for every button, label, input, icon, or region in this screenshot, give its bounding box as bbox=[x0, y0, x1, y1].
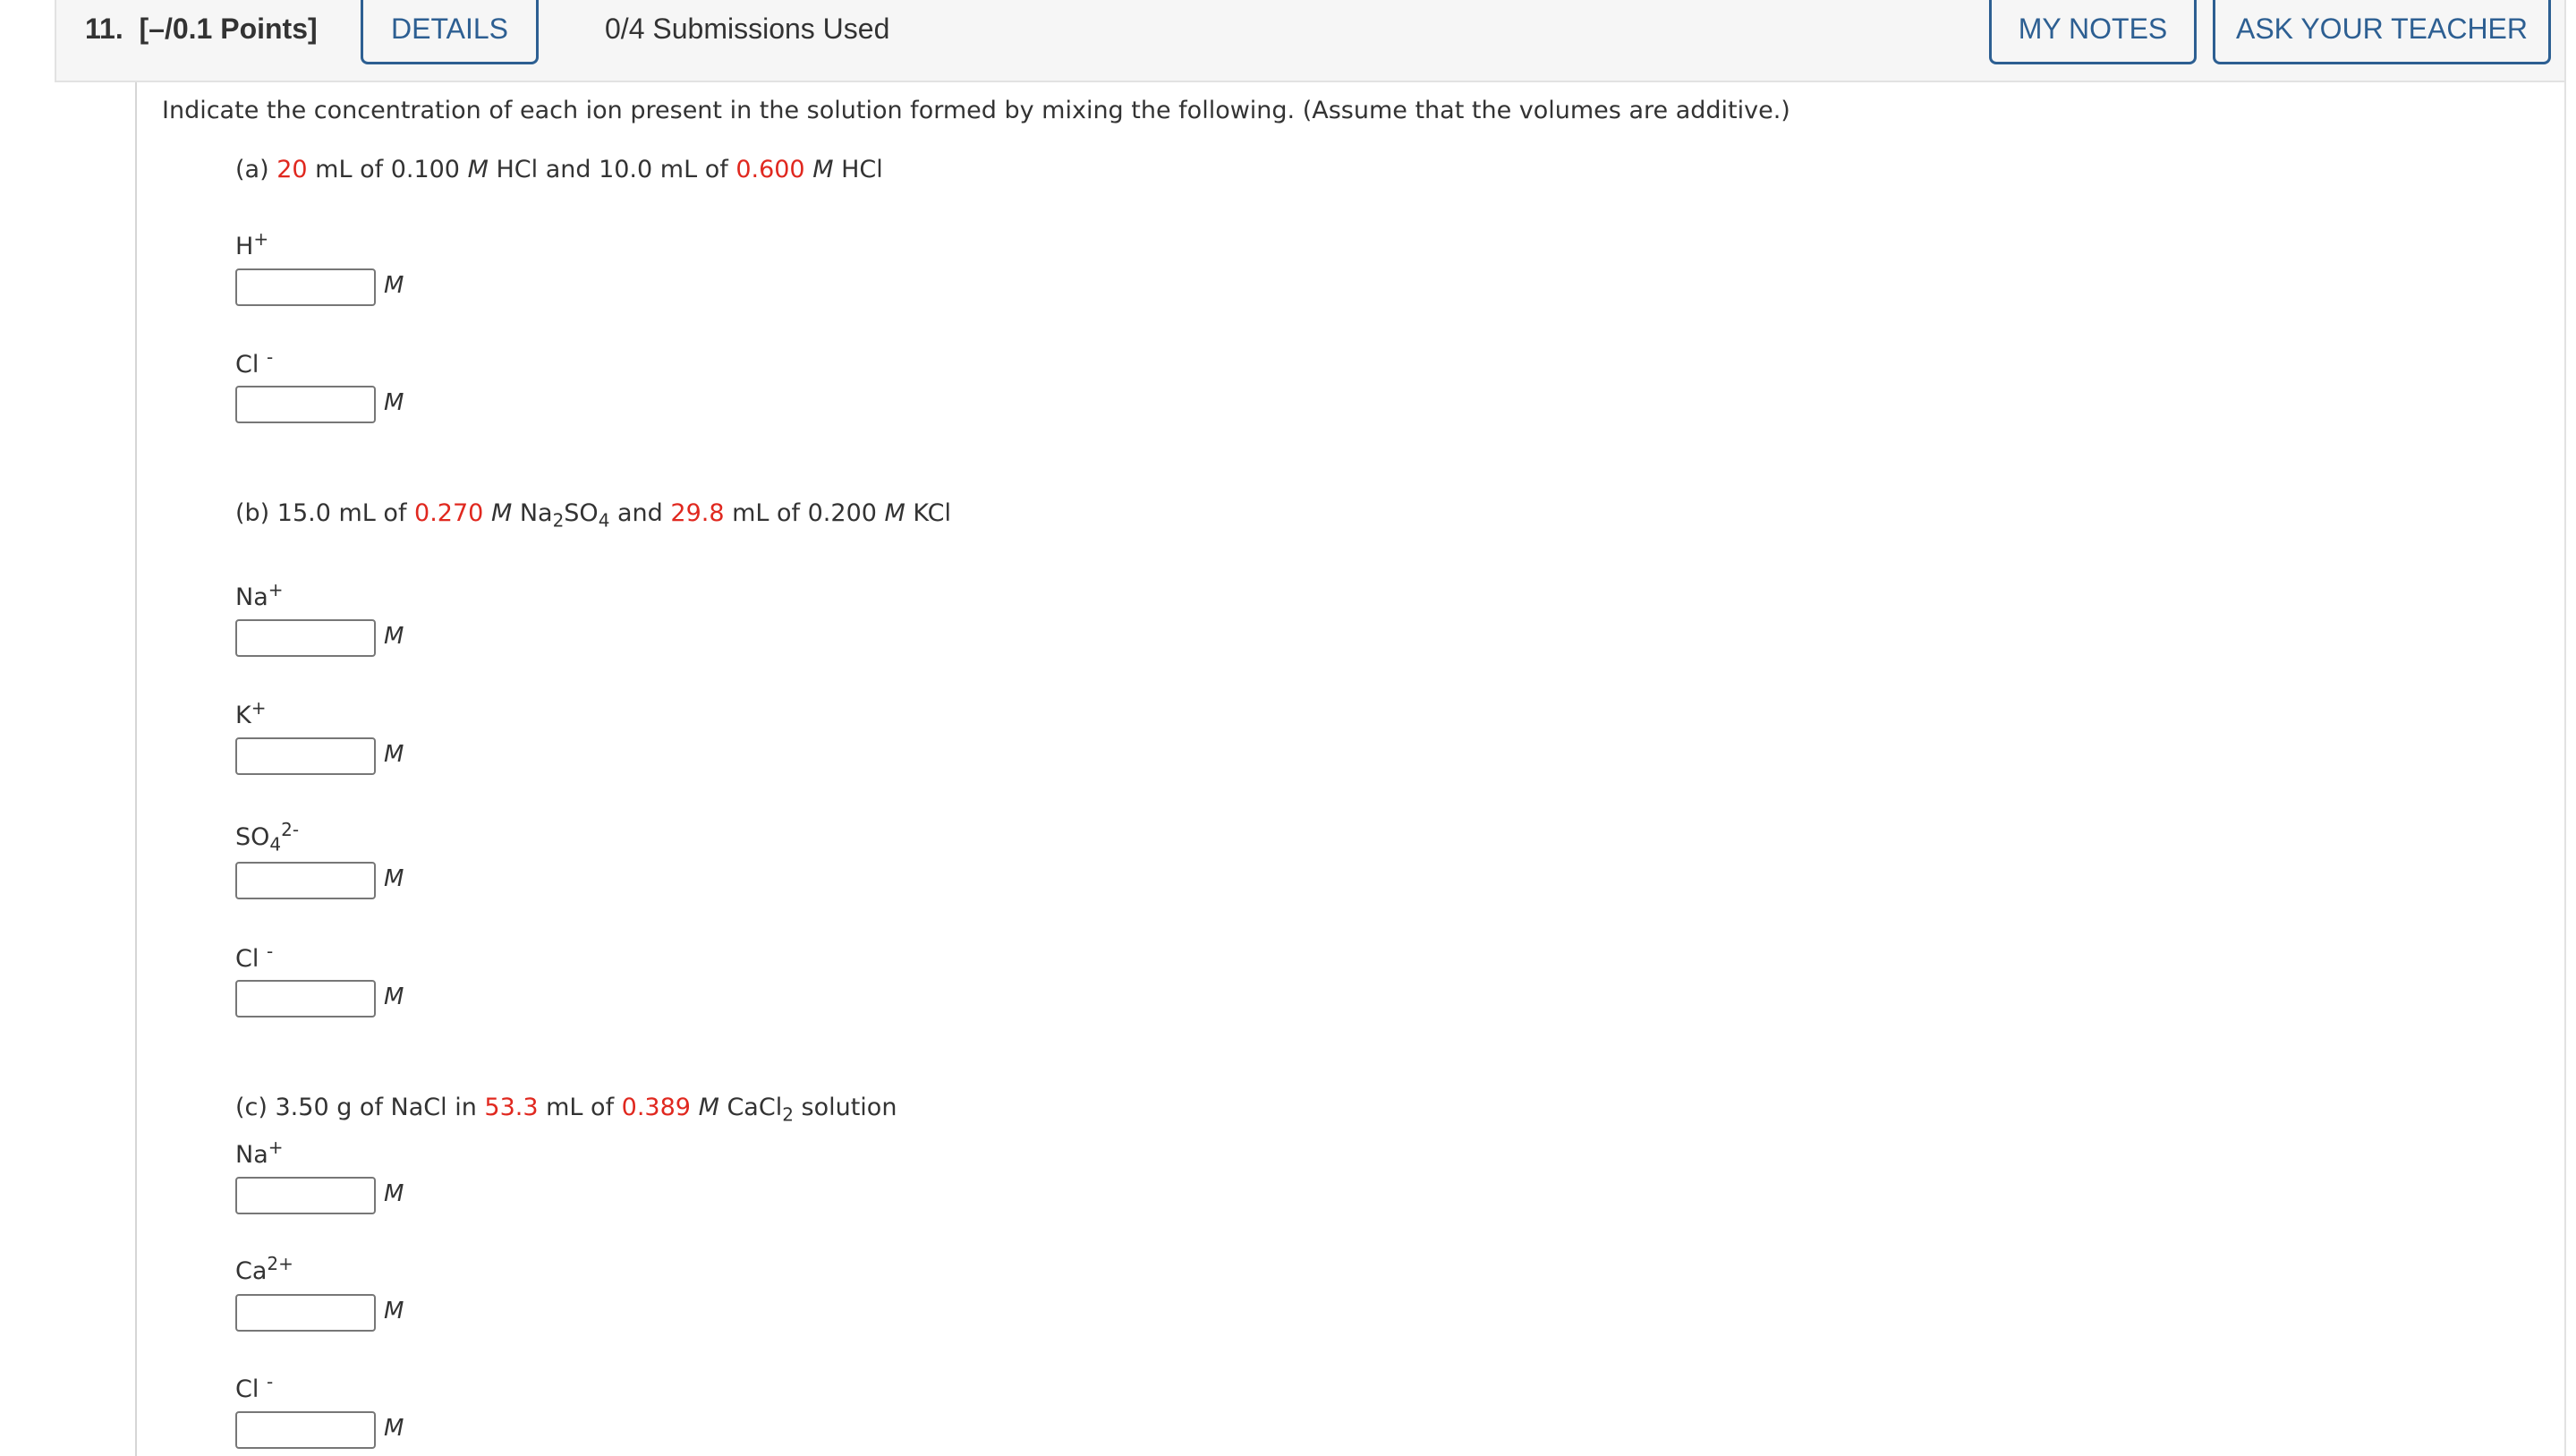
question-header: 11. [–/0.1 Points] DETAILS 0/4 Submissio… bbox=[55, 0, 2566, 82]
k-plus-concentration-input[interactable] bbox=[235, 737, 376, 775]
question-instruction: Indicate the concentration of each ion p… bbox=[162, 97, 1790, 124]
cl-minus-concentration-input-a[interactable] bbox=[235, 386, 376, 423]
ion-label-k-plus: K+ bbox=[235, 697, 267, 729]
unit-label: M bbox=[384, 983, 404, 1010]
ion-label-h-plus: H+ bbox=[235, 228, 269, 260]
content-right-border bbox=[2564, 82, 2566, 1456]
ca-2plus-concentration-input[interactable] bbox=[235, 1294, 376, 1332]
content-left-border bbox=[135, 82, 137, 1456]
ion-label-ca-2plus: Ca2+ bbox=[235, 1253, 293, 1285]
unit-label: M bbox=[384, 1180, 404, 1207]
so4-concentration-input[interactable] bbox=[235, 862, 376, 899]
ion-label-cl-minus: Cl - bbox=[235, 346, 274, 379]
submissions-used: 0/4 Submissions Used bbox=[605, 13, 890, 45]
ion-label-na-plus: Na+ bbox=[235, 1137, 284, 1169]
ask-your-teacher-button[interactable]: ASK YOUR TEACHER bbox=[2213, 0, 2551, 64]
part-c-prompt: (c) 3.50 g of NaCl in 53.3 mL of 0.389 M… bbox=[235, 1094, 897, 1126]
ion-label-so4-2minus: SO42- bbox=[235, 819, 300, 856]
na-plus-concentration-input-b[interactable] bbox=[235, 619, 376, 657]
cl-minus-concentration-input-b[interactable] bbox=[235, 980, 376, 1017]
part-b-prompt: (b) 15.0 mL of 0.270 M Na2SO4 and 29.8 m… bbox=[235, 499, 951, 532]
ion-label-cl-minus: Cl - bbox=[235, 1371, 274, 1403]
na-plus-concentration-input-c[interactable] bbox=[235, 1177, 376, 1214]
details-button[interactable]: DETAILS bbox=[361, 0, 539, 64]
unit-label: M bbox=[384, 1298, 404, 1324]
part-a-prompt: (a) 20 mL of 0.100 M HCl and 10.0 mL of … bbox=[235, 156, 883, 183]
unit-label: M bbox=[384, 1415, 404, 1442]
ion-label-na-plus: Na+ bbox=[235, 579, 284, 611]
unit-label: M bbox=[384, 272, 404, 299]
h-plus-concentration-input[interactable] bbox=[235, 268, 376, 306]
my-notes-button[interactable]: MY NOTES bbox=[1989, 0, 2197, 64]
unit-label: M bbox=[384, 865, 404, 892]
question-points: 11. [–/0.1 Points] bbox=[85, 13, 318, 45]
cl-minus-concentration-input-c[interactable] bbox=[235, 1411, 376, 1449]
unit-label: M bbox=[384, 389, 404, 416]
unit-label: M bbox=[384, 623, 404, 650]
unit-label: M bbox=[384, 741, 404, 768]
ion-label-cl-minus: Cl - bbox=[235, 941, 274, 973]
